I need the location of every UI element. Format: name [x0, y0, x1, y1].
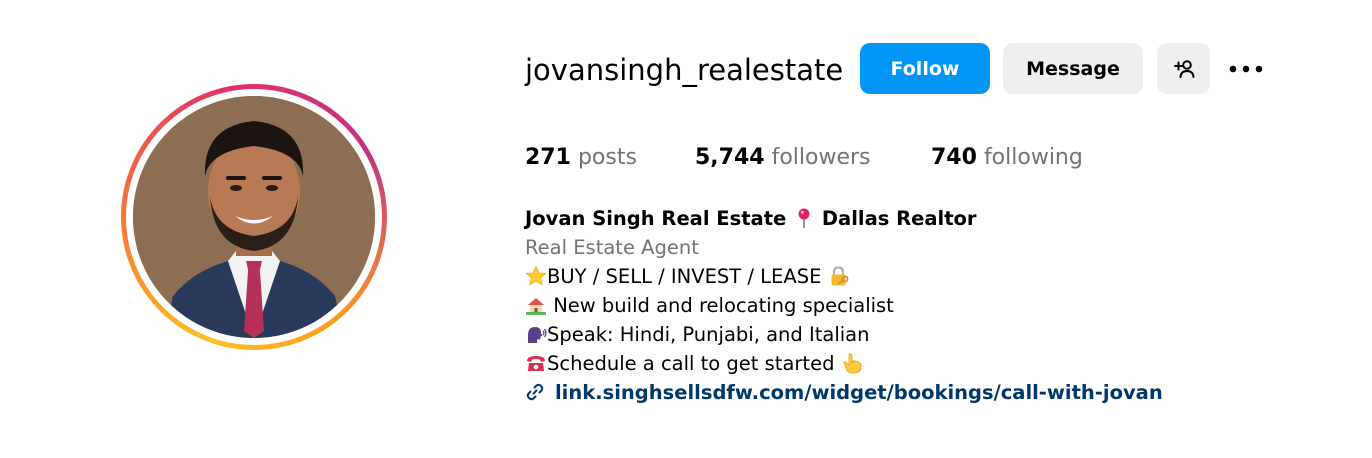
- bio-line-services: BUY / SELL / INVEST / LEASE: [525, 262, 1345, 291]
- more-options-icon: [1229, 65, 1263, 73]
- following-stat[interactable]: 740 following: [931, 143, 1083, 173]
- speaking-head-icon: [528, 327, 547, 343]
- bio-category: Real Estate Agent: [525, 236, 699, 259]
- profile-header: jovansingh_realestate Follow Message 271…: [0, 0, 1372, 458]
- bio-location: Dallas Realtor: [815, 207, 977, 230]
- house-with-garden-icon: [526, 298, 546, 315]
- bio-line-specialist: New build and relocating specialist: [525, 291, 1345, 320]
- person-plus-icon: [1173, 59, 1194, 78]
- followers-count: 5,744: [695, 145, 765, 170]
- posts-stat: 271 posts: [525, 143, 637, 173]
- more-options-button[interactable]: [1226, 55, 1266, 83]
- bio-link-text[interactable]: link.singhsellsdfw.com/widget/bookings/c…: [555, 381, 1163, 404]
- bio-link[interactable]: link.singhsellsdfw.com/widget/bookings/c…: [525, 378, 1345, 407]
- story-ring[interactable]: [121, 84, 387, 350]
- round-pushpin-icon: [798, 208, 810, 228]
- link-icon: [526, 383, 544, 401]
- bio-name-line: Jovan Singh Real Estate Dallas Realtor: [525, 204, 1345, 233]
- suggested-users-button[interactable]: [1157, 43, 1210, 94]
- followers-label: followers: [771, 145, 871, 170]
- following-label: following: [983, 145, 1083, 170]
- avatar-ring-gap: [126, 89, 382, 345]
- bio-line-schedule: Schedule a call to get started: [525, 349, 1345, 378]
- bio-languages-text: Speak: Hindi, Punjabi, and Italian: [547, 323, 870, 346]
- posts-label: posts: [577, 145, 637, 170]
- star-icon: [525, 265, 547, 286]
- bio-services-text: BUY / SELL / INVEST / LEASE: [547, 265, 828, 288]
- bio-name: Jovan Singh Real Estate: [525, 207, 794, 230]
- bio-line-languages: Speak: Hindi, Punjabi, and Italian: [525, 320, 1345, 349]
- following-count: 740: [931, 145, 977, 170]
- locked-with-key-icon: [831, 266, 849, 286]
- follow-button[interactable]: Follow: [860, 43, 990, 94]
- posts-count: 271: [525, 145, 571, 170]
- pointing-down-icon: [843, 353, 862, 374]
- avatar[interactable]: [133, 96, 375, 338]
- bio-specialist-text: New build and relocating specialist: [547, 294, 894, 317]
- bio-schedule-text: Schedule a call to get started: [547, 352, 841, 375]
- bio: Jovan Singh Real Estate Dallas Realtor R…: [525, 204, 1345, 407]
- telephone-icon: [527, 356, 545, 371]
- followers-stat[interactable]: 5,744 followers: [695, 143, 871, 173]
- message-button[interactable]: Message: [1003, 43, 1143, 94]
- username: jovansingh_realestate: [525, 53, 844, 87]
